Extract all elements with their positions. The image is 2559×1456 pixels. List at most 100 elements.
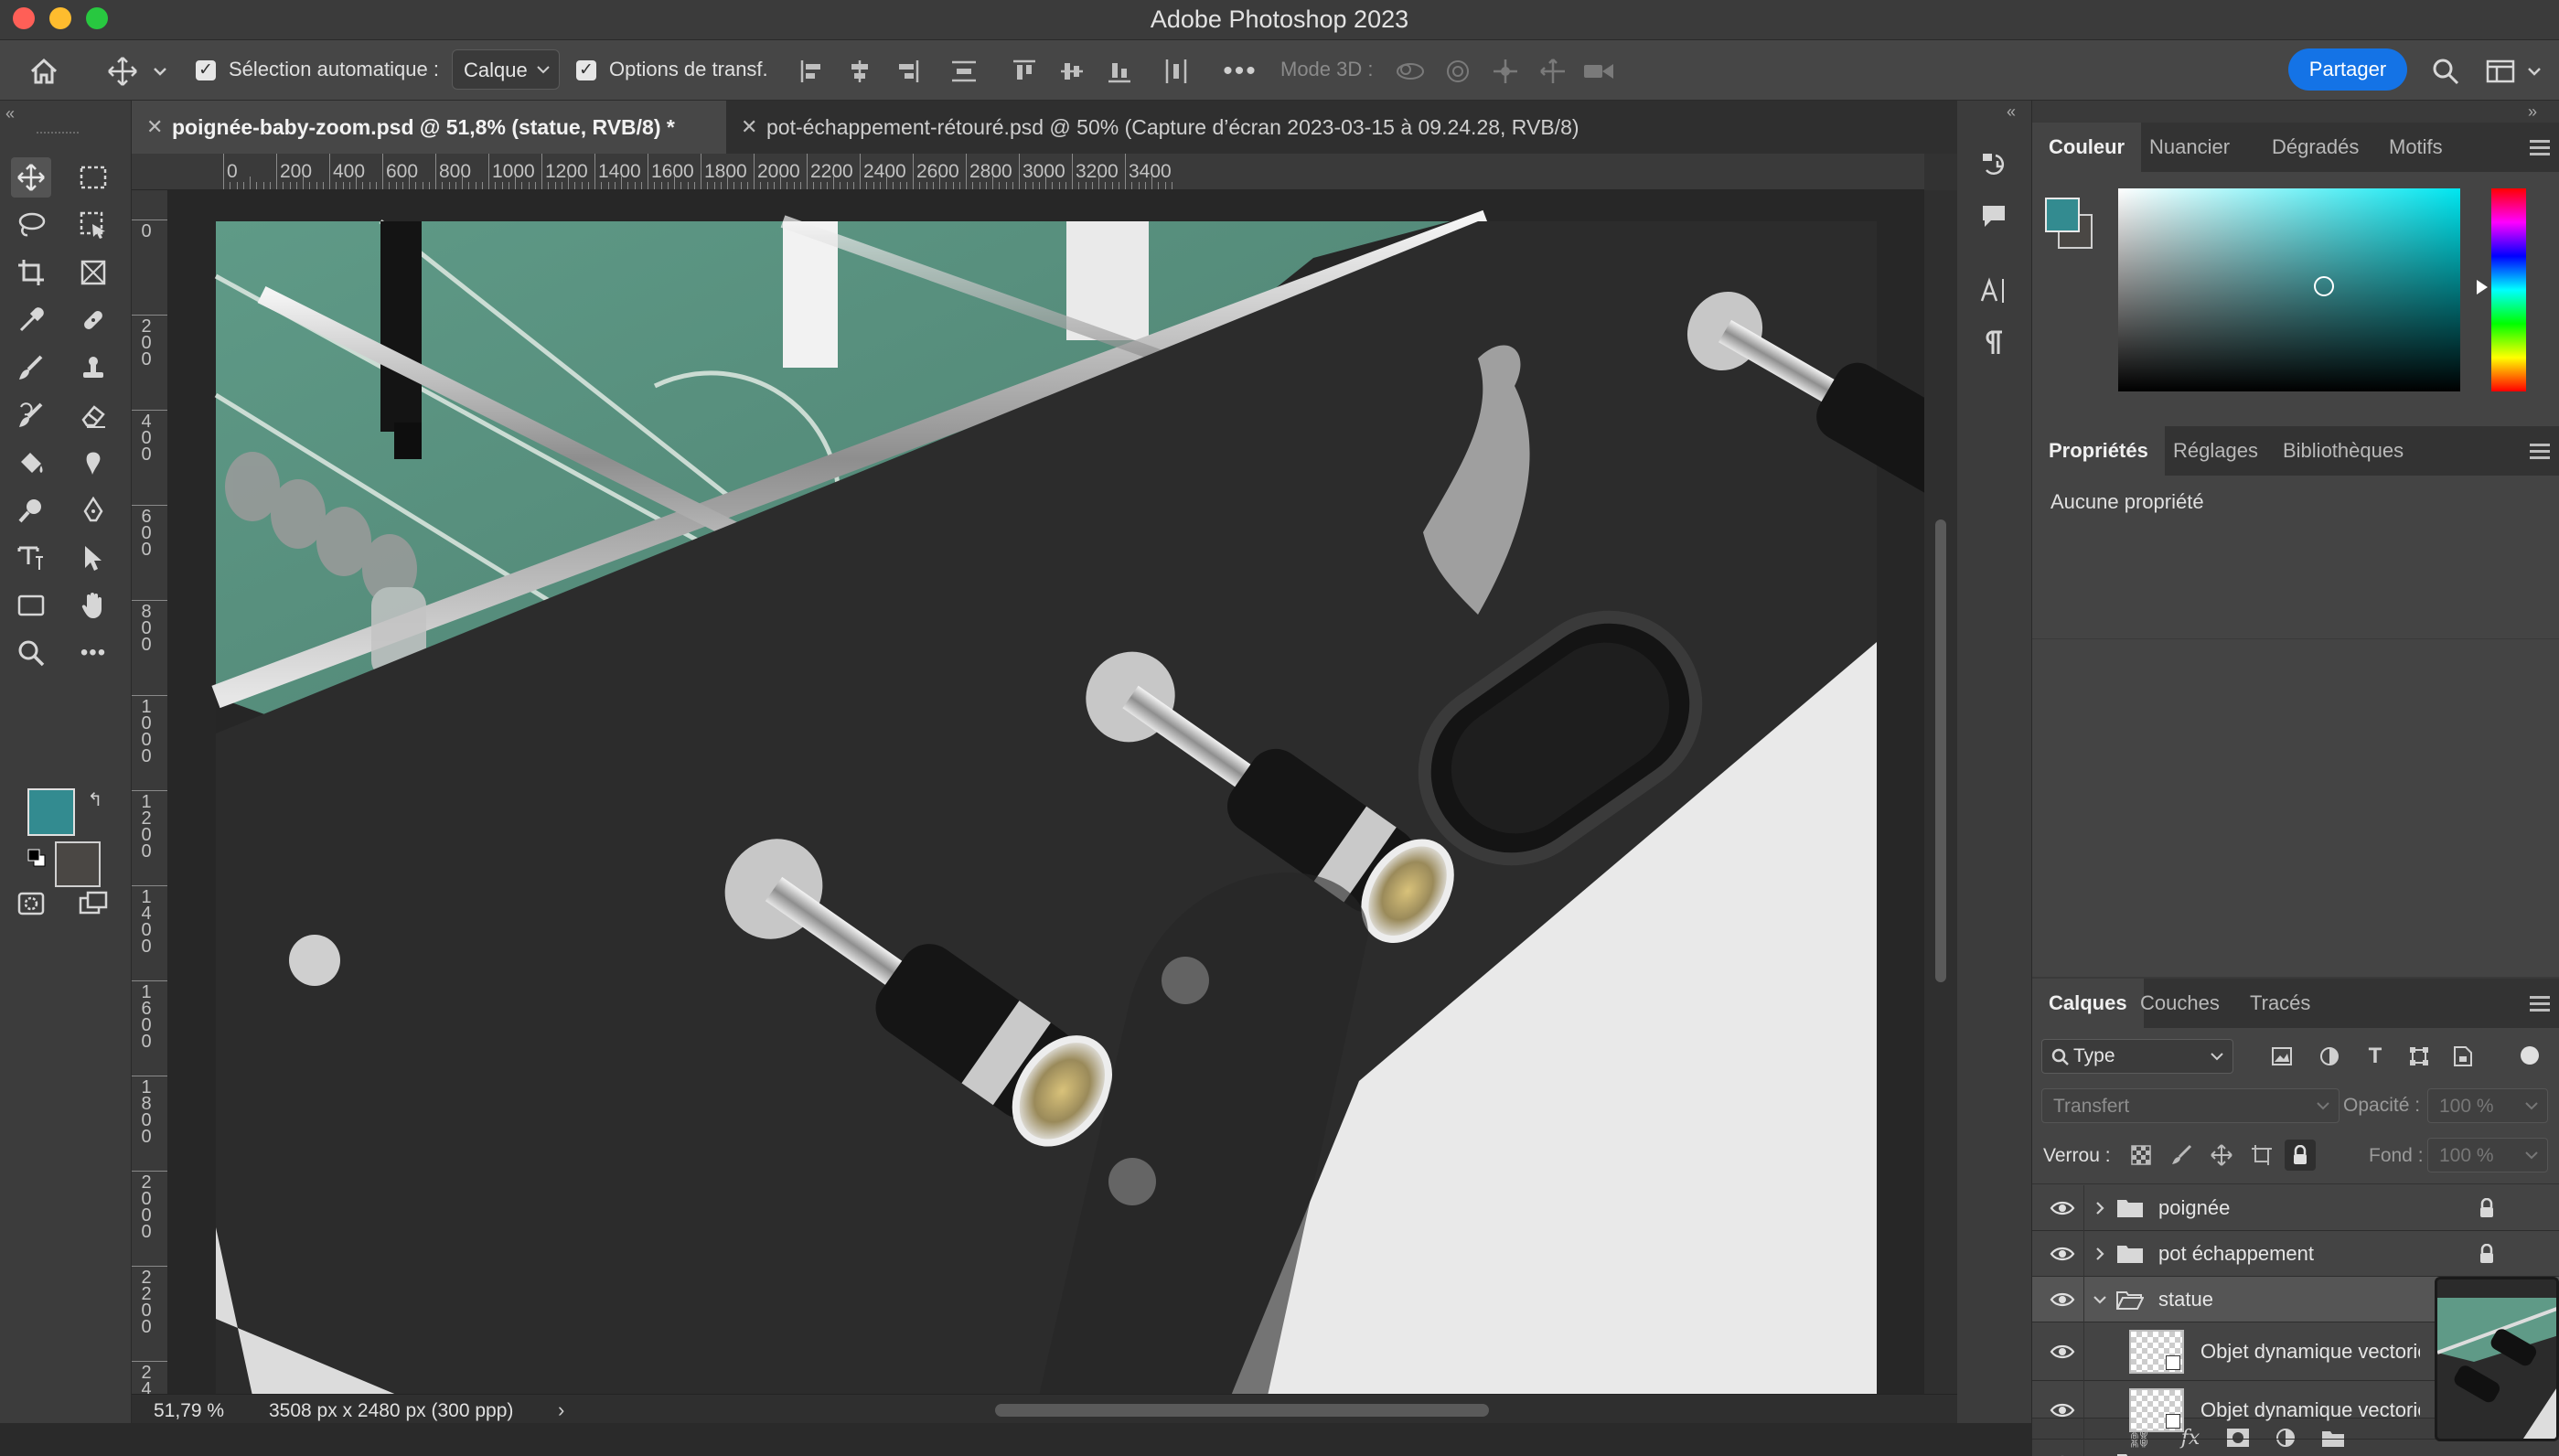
paint-bucket-icon[interactable] bbox=[11, 443, 51, 483]
auto-select-checkbox[interactable]: ✓ bbox=[196, 60, 216, 80]
blend-mode-select[interactable]: Transfert bbox=[2041, 1088, 2340, 1123]
background-color-swatch[interactable] bbox=[55, 841, 101, 887]
visibility-eye-icon[interactable] bbox=[2043, 1381, 2082, 1440]
layer-group-row[interactable]: pot échappement bbox=[2032, 1231, 2559, 1277]
clone-stamp-icon[interactable] bbox=[73, 348, 113, 388]
lock-image-pixels-icon[interactable] bbox=[2168, 1141, 2195, 1169]
smudge-icon[interactable] bbox=[73, 443, 113, 483]
tab-patterns[interactable]: Motifs bbox=[2372, 123, 2459, 172]
layer-group-row[interactable]: poignée bbox=[2032, 1185, 2559, 1231]
layer-name[interactable]: masque bbox=[2158, 1440, 2230, 1456]
move-tool-icon[interactable] bbox=[11, 157, 51, 198]
object-selection-icon[interactable] bbox=[73, 205, 113, 245]
close-tab-icon[interactable]: ✕ bbox=[741, 101, 757, 154]
collapse-dock-icon[interactable]: « bbox=[2007, 102, 2016, 122]
edit-toolbar-icon[interactable]: ••• bbox=[73, 633, 113, 673]
horizontal-scrollbar-thumb[interactable] bbox=[995, 1404, 1489, 1417]
align-horizontal-center-icon[interactable] bbox=[841, 55, 878, 88]
layer-name[interactable]: Objet dynamique vectoriel bbox=[2200, 1322, 2420, 1381]
layer-name[interactable]: pot échappement bbox=[2158, 1231, 2314, 1277]
swap-colors-icon[interactable]: ↰ bbox=[84, 788, 106, 810]
vertical-scrollbar-thumb[interactable] bbox=[1935, 519, 1946, 982]
canvas-area[interactable] bbox=[168, 190, 1924, 1423]
collapse-tools-icon[interactable]: « bbox=[5, 104, 15, 123]
status-menu-chevron-icon[interactable]: › bbox=[558, 1398, 564, 1422]
chevron-down-icon[interactable] bbox=[150, 60, 170, 82]
more-options-icon[interactable]: ••• bbox=[1220, 55, 1260, 88]
tab-libraries[interactable]: Bibliothèques bbox=[2266, 426, 2420, 476]
tab-document-inactive[interactable]: ✕ pot-échappement-rétouré.psd @ 50% (Cap… bbox=[726, 101, 1915, 154]
transform-controls-checkbox[interactable]: ✓ bbox=[576, 60, 596, 80]
foreground-color-swatch[interactable] bbox=[27, 788, 75, 836]
chevron-right-icon[interactable] bbox=[2091, 1231, 2109, 1277]
auto-select-target-select[interactable]: Calque bbox=[452, 49, 560, 90]
hue-slider-marker[interactable] bbox=[2477, 280, 2488, 294]
dodge-icon[interactable] bbox=[11, 490, 51, 530]
workspace-chevron-icon[interactable] bbox=[2524, 60, 2544, 82]
filter-type-layers-icon[interactable]: T bbox=[2361, 1043, 2389, 1070]
paragraph-panel-icon[interactable] bbox=[1974, 322, 2014, 362]
close-tab-icon[interactable]: ✕ bbox=[146, 101, 163, 154]
distribute-vertical-icon[interactable] bbox=[946, 55, 982, 88]
align-bottom-icon[interactable] bbox=[1101, 55, 1138, 88]
visibility-eye-icon[interactable] bbox=[2043, 1231, 2082, 1277]
visibility-eye-icon[interactable] bbox=[2043, 1277, 2082, 1322]
chevron-right-icon[interactable] bbox=[2091, 1440, 2109, 1456]
filter-shape-layers-icon[interactable] bbox=[2405, 1043, 2433, 1070]
comments-panel-icon[interactable] bbox=[1974, 196, 2014, 236]
filter-toggle-switch[interactable] bbox=[2521, 1046, 2539, 1065]
lock-position-icon[interactable] bbox=[2208, 1141, 2235, 1169]
distribute-horizontal-icon[interactable] bbox=[1158, 55, 1194, 88]
visibility-eye-icon[interactable] bbox=[2043, 1322, 2082, 1381]
layer-thumbnail[interactable] bbox=[2129, 1330, 2184, 1374]
color-panel-menu-icon[interactable] bbox=[2530, 140, 2550, 155]
lock-all-icon[interactable] bbox=[2285, 1140, 2316, 1171]
color-picker-field[interactable] bbox=[2118, 188, 2460, 391]
lasso-icon[interactable] bbox=[11, 205, 51, 245]
home-icon[interactable] bbox=[24, 53, 64, 90]
tab-document-active[interactable]: ✕ poignée-baby-zoom.psd @ 51,8% (statue,… bbox=[132, 101, 726, 154]
visibility-eye-icon[interactable] bbox=[2043, 1440, 2082, 1456]
vertical-scrollbar[interactable] bbox=[1924, 190, 1957, 1423]
healing-brush-icon[interactable] bbox=[73, 300, 113, 340]
lock-artboard-icon[interactable] bbox=[2248, 1141, 2275, 1169]
tab-adjustments[interactable]: Réglages bbox=[2157, 426, 2275, 476]
layer-group-row[interactable]: masque bbox=[2032, 1440, 2559, 1456]
workspace-icon[interactable] bbox=[2480, 53, 2521, 90]
frame-icon[interactable] bbox=[73, 252, 113, 293]
rectangular-marquee-icon[interactable] bbox=[73, 157, 113, 198]
eraser-icon[interactable] bbox=[73, 395, 113, 435]
collapse-panels-icon[interactable]: » bbox=[2528, 102, 2537, 122]
properties-panel-menu-icon[interactable] bbox=[2530, 444, 2550, 459]
visibility-eye-icon[interactable] bbox=[2043, 1185, 2082, 1231]
opacity-field[interactable]: 100 % bbox=[2427, 1088, 2548, 1123]
crop-icon[interactable] bbox=[11, 252, 51, 293]
filter-smart-objects-icon[interactable] bbox=[2449, 1043, 2477, 1070]
type-tool-icon[interactable] bbox=[11, 538, 51, 578]
move-tool-icon[interactable] bbox=[102, 53, 143, 90]
zoom-level[interactable]: 51,79 % bbox=[154, 1400, 224, 1422]
quick-mask-icon[interactable] bbox=[11, 883, 51, 924]
fill-field[interactable]: 100 % bbox=[2427, 1138, 2548, 1172]
lock-transparent-pixels-icon[interactable] bbox=[2127, 1141, 2155, 1169]
layer-name[interactable]: statue bbox=[2158, 1277, 2213, 1322]
color-picker-cursor[interactable] bbox=[2314, 276, 2334, 296]
chevron-down-icon[interactable] bbox=[2091, 1277, 2109, 1322]
history-panel-icon[interactable] bbox=[1974, 145, 2014, 185]
character-panel-icon[interactable] bbox=[1974, 271, 2014, 311]
layer-thumbnail[interactable] bbox=[2129, 1388, 2184, 1432]
tab-swatches[interactable]: Nuancier bbox=[2133, 123, 2246, 172]
chevron-right-icon[interactable] bbox=[2091, 1185, 2109, 1231]
default-colors-icon[interactable] bbox=[26, 847, 48, 869]
zoom-tool-icon[interactable] bbox=[11, 633, 51, 673]
layers-panel-menu-icon[interactable] bbox=[2530, 996, 2550, 1012]
align-right-icon[interactable] bbox=[889, 55, 926, 88]
align-top-icon[interactable] bbox=[1006, 55, 1043, 88]
layer-name[interactable]: poignée bbox=[2158, 1185, 2230, 1231]
align-left-icon[interactable] bbox=[794, 55, 830, 88]
search-icon[interactable] bbox=[2425, 53, 2466, 90]
filter-adjustment-layers-icon[interactable] bbox=[2316, 1043, 2343, 1070]
rectangle-tool-icon[interactable] bbox=[11, 585, 51, 626]
tab-channels[interactable]: Couches bbox=[2124, 979, 2236, 1028]
hand-icon[interactable] bbox=[73, 585, 113, 626]
